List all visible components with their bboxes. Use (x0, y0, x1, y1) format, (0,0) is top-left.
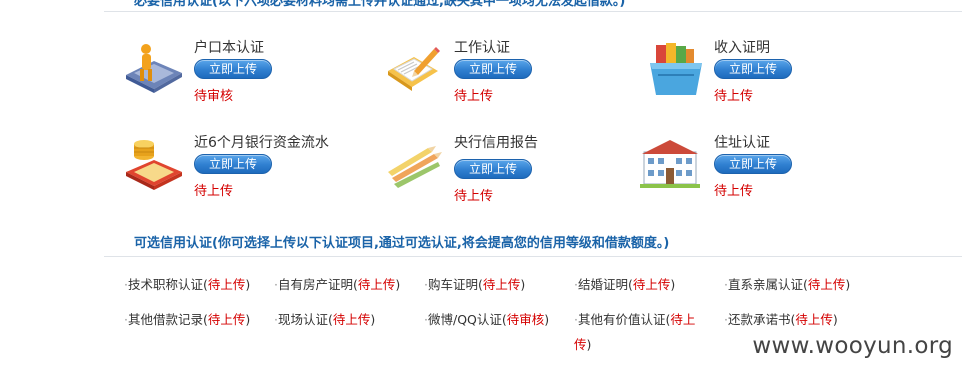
optional-item[interactable]: ·直系亲属认证(待上传) (724, 272, 850, 297)
cert-name: 工作认证 (454, 40, 510, 56)
top-divider (104, 11, 962, 12)
upload-button[interactable]: 立即上传 (454, 159, 532, 179)
notepad-pencil-icon (388, 47, 440, 91)
required-section-title: 必要信用认证(以下六项必要材料均需上传并认证通过,缺失其中一项均无法发起借款。) (134, 0, 626, 9)
building-icon (640, 140, 700, 188)
optional-divider (104, 256, 962, 257)
id-book-icon (126, 44, 182, 93)
optional-item[interactable]: ·技术职称认证(待上传) (124, 272, 250, 297)
cert-name: 收入证明 (714, 40, 770, 56)
coins-stack-icon (126, 140, 182, 190)
optional-item[interactable]: ·购车证明(待上传) (424, 272, 525, 297)
status-text: 待上传 (454, 89, 494, 104)
cert-name: 央行信用报告 (454, 135, 538, 151)
optional-item[interactable]: ·自有房产证明(待上传) (274, 272, 400, 297)
upload-button[interactable]: 立即上传 (714, 59, 792, 79)
optional-item[interactable]: ·结婚证明(待上传) (574, 272, 675, 297)
optional-section-title: 可选信用认证(你可选择上传以下认证项目,通过可选认证,将会提高您的信用等级和借款… (134, 236, 670, 251)
cert-name: 住址认证 (714, 135, 770, 151)
status-text: 待审核 (194, 89, 234, 104)
optional-item[interactable]: ·现场认证(待上传) (274, 307, 375, 332)
pencils-icon (388, 146, 442, 188)
upload-button[interactable]: 立即上传 (714, 154, 792, 174)
optional-item[interactable]: ·还款承诺书(待上传) (724, 307, 838, 332)
optional-item[interactable]: ·其他有价值认证(待上传) (574, 307, 706, 357)
status-text: 待上传 (714, 184, 754, 199)
status-text: 待上传 (454, 189, 494, 204)
cert-name: 近6个月银行资金流水 (194, 135, 329, 151)
documents-box-icon (650, 43, 702, 95)
cert-name: 户口本认证 (194, 40, 264, 56)
status-text: 待上传 (714, 89, 754, 104)
upload-button[interactable]: 立即上传 (194, 59, 272, 79)
upload-button[interactable]: 立即上传 (454, 59, 532, 79)
upload-button[interactable]: 立即上传 (194, 154, 272, 174)
optional-item[interactable]: ·其他借款记录(待上传) (124, 307, 250, 332)
watermark: www.wooyun.org (752, 333, 953, 359)
status-text: 待上传 (194, 184, 234, 199)
optional-item[interactable]: ·微博/QQ认证(待审核) (424, 307, 549, 332)
